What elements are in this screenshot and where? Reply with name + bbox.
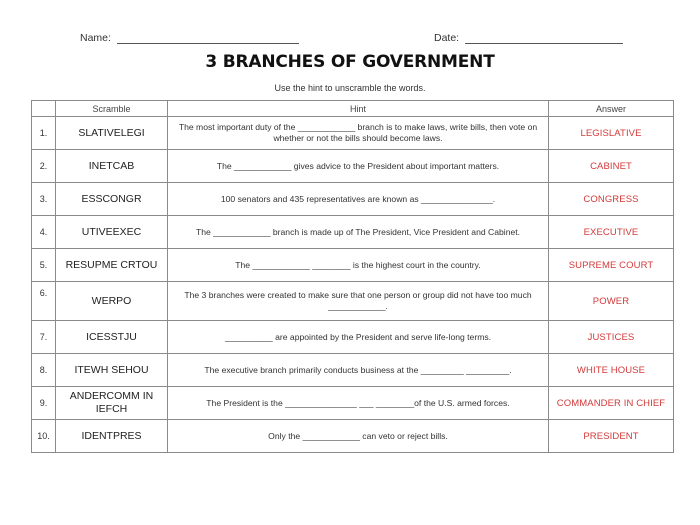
- scrambled-word: ICESSTJU: [55, 320, 168, 354]
- hint-text: The executive branch primarily conducts …: [167, 353, 549, 387]
- row-number: 8.: [31, 353, 56, 387]
- table-row: 9. ANDERCOMM IN IEFCH The President is t…: [31, 386, 674, 420]
- instructions: Use the hint to unscramble the words.: [274, 83, 426, 93]
- date-label: Date:: [434, 32, 460, 44]
- name-field: Name:: [80, 31, 299, 44]
- answer-text: COMMANDER IN CHIEF: [548, 386, 674, 420]
- column-header-number: [31, 100, 56, 117]
- answer-text: EXECUTIVE: [548, 215, 674, 249]
- answer-text: WHITE HOUSE: [548, 353, 674, 387]
- scrambled-word: ESSCONGR: [55, 182, 168, 216]
- answer-text: CABINET: [548, 149, 674, 183]
- hint-text: __________ are appointed by the Presiden…: [167, 320, 549, 354]
- row-number: 5.: [31, 248, 56, 282]
- column-header-answer: Answer: [548, 100, 674, 117]
- scrambled-word: RESUPME CRTOU: [55, 248, 168, 282]
- row-number: 6.: [31, 281, 56, 321]
- answer-text: LEGISLATIVE: [548, 116, 674, 150]
- scrambled-word: WERPO: [55, 281, 168, 321]
- row-number: 4.: [31, 215, 56, 249]
- table-row: 5. RESUPME CRTOU The ____________ ______…: [31, 248, 674, 282]
- name-label: Name:: [80, 32, 111, 44]
- name-blank-line: [116, 31, 299, 44]
- scrambled-word: INETCAB: [55, 149, 168, 183]
- hint-text: The ____________ gives advice to the Pre…: [167, 149, 549, 183]
- answer-text: JUSTICES: [548, 320, 674, 354]
- row-number: 2.: [31, 149, 56, 183]
- row-number: 1.: [31, 116, 56, 150]
- table-row: 10. IDENTPRES Only the ____________ can …: [31, 419, 674, 453]
- table-row: 4. UTIVEEXEC The ____________ branch is …: [31, 215, 674, 249]
- table-row: 2. INETCAB The ____________ gives advice…: [31, 149, 674, 183]
- scrambled-word: IDENTPRES: [55, 419, 168, 453]
- row-number: 7.: [31, 320, 56, 354]
- row-number: 10.: [31, 419, 56, 453]
- hint-text: Only the ____________ can veto or reject…: [167, 419, 549, 453]
- date-field: Date:: [434, 31, 624, 44]
- answer-text: SUPREME COURT: [548, 248, 674, 282]
- answer-text: PRESIDENT: [548, 419, 674, 453]
- worksheet-title: 3 BRANCHES OF GOVERNMENT: [205, 52, 495, 72]
- column-header-scramble: Scramble: [55, 100, 168, 117]
- date-blank-line: [465, 31, 624, 44]
- table-row: 6. WERPO The 3 branches were created to …: [31, 281, 674, 321]
- table-row: 1. SLATIVELEGI The most important duty o…: [31, 116, 674, 150]
- column-header-hint: Hint: [167, 100, 549, 117]
- scrambled-word: ITEWH SEHOU: [55, 353, 168, 387]
- scrambled-word: ANDERCOMM IN IEFCH: [55, 386, 168, 420]
- hint-text: The ____________ ________ is the highest…: [167, 248, 549, 282]
- worksheet-table: Scramble Hint Answer 1. SLATIVELEGI The …: [31, 100, 674, 453]
- answer-text: POWER: [548, 281, 674, 321]
- answer-text: CONGRESS: [548, 182, 674, 216]
- hint-text: The ____________ branch is made up of Th…: [167, 215, 549, 249]
- table-row: 3. ESSCONGR 100 senators and 435 represe…: [31, 182, 674, 216]
- hint-text: 100 senators and 435 representatives are…: [167, 182, 549, 216]
- scrambled-word: SLATIVELEGI: [55, 116, 168, 150]
- table-header-row: Scramble Hint Answer: [31, 100, 674, 117]
- hint-text: The 3 branches were created to make sure…: [167, 281, 549, 321]
- hint-text: The most important duty of the _________…: [167, 116, 549, 150]
- row-number: 9.: [31, 386, 56, 420]
- scrambled-word: UTIVEEXEC: [55, 215, 168, 249]
- table-row: 7. ICESSTJU __________ are appointed by …: [31, 320, 674, 354]
- row-number: 3.: [31, 182, 56, 216]
- hint-text: The President is the _______________ ___…: [167, 386, 549, 420]
- table-row: 8. ITEWH SEHOU The executive branch prim…: [31, 353, 674, 387]
